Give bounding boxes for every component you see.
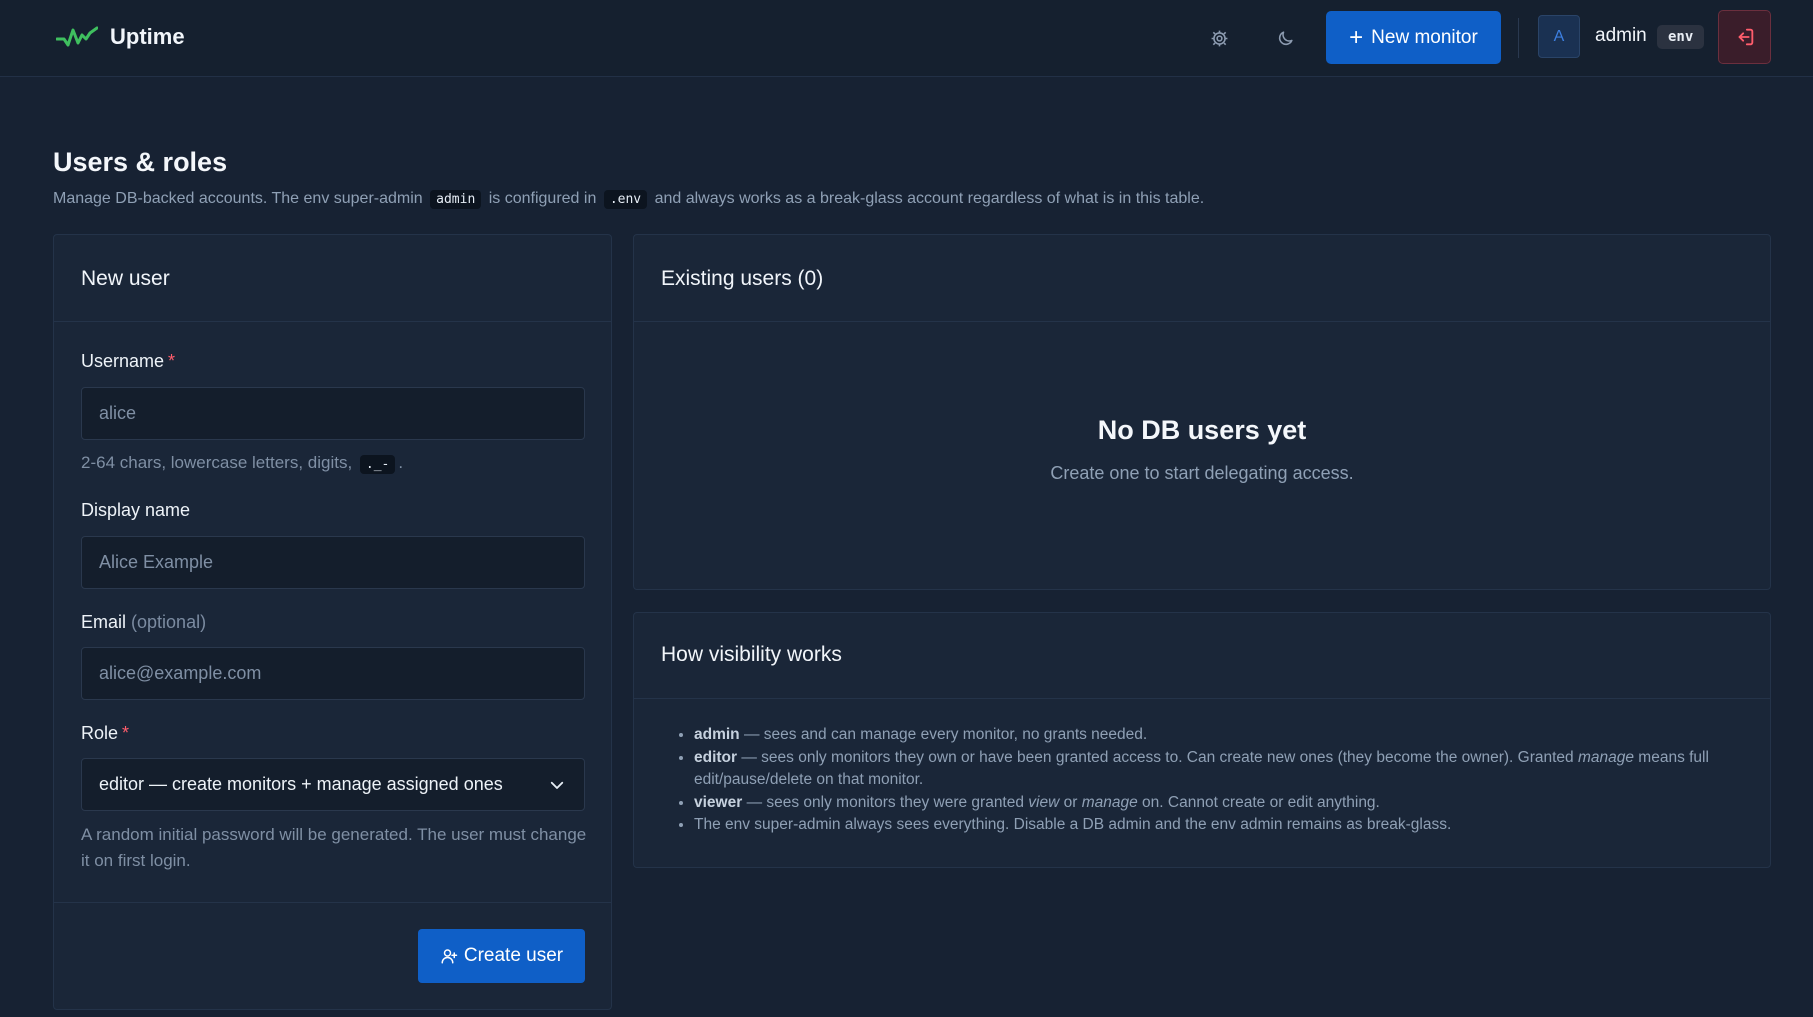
card-divider	[634, 698, 1770, 699]
create-user-label: Create user	[463, 945, 564, 966]
role-description: on. Cannot create or edit anything.	[1137, 793, 1380, 811]
logout-icon	[1738, 28, 1753, 46]
env-badge: env	[1657, 25, 1705, 49]
desc-text-2: is configured in	[488, 190, 597, 207]
role-name: editor	[694, 748, 738, 766]
brand[interactable]: Uptime	[56, 22, 185, 52]
emphasis: manage	[1081, 793, 1138, 811]
display-name-label: Display name	[81, 500, 191, 520]
existing-users-title: Existing users (0)	[661, 267, 824, 290]
username-hint-end: .	[398, 453, 404, 472]
card-divider	[634, 321, 1770, 322]
visibility-title: How visibility works	[661, 643, 842, 666]
email-label-text: Email	[81, 612, 127, 632]
visibility-list: admin — sees and can manage every monito…	[694, 724, 1754, 837]
create-user-button[interactable]: Create user	[418, 929, 585, 983]
display-name-placeholder: Alice Example	[99, 552, 214, 572]
username-input[interactable]: alice	[81, 387, 585, 440]
current-username: admin	[1595, 25, 1647, 46]
role-description: — sees and can manage every monitor, no …	[739, 726, 1148, 743]
username-label: Username *	[81, 351, 175, 372]
username-hint-text: 2-64 chars, lowercase letters, digits,	[81, 453, 353, 472]
role-hint: A random initial password will be genera…	[81, 825, 587, 870]
app-name: Uptime	[110, 24, 185, 49]
username-label-text: Username	[81, 351, 165, 371]
new-user-card: New user Username * alice 2-64 chars, low…	[53, 234, 612, 1010]
logout-button[interactable]	[1718, 10, 1771, 64]
plus-icon: +	[1349, 23, 1364, 51]
list-item: editor — sees only monitors they own or …	[694, 747, 1754, 792]
desc-code-admin: admin	[430, 190, 482, 209]
role-description: The env super-admin always sees everythi…	[694, 816, 1452, 833]
new-user-title: New user	[81, 267, 170, 290]
empty-state-subtitle: Create one to start delegating access.	[1050, 463, 1354, 483]
emphasis: view	[1028, 793, 1060, 811]
role-selected-value: editor — create monitors + manage assign…	[99, 774, 503, 794]
role-label-text: Role	[81, 723, 119, 743]
role-select[interactable]: editor — create monitors + manage assign…	[81, 758, 585, 811]
role-description: or	[1059, 793, 1082, 811]
theme-toggle-button[interactable]	[1267, 20, 1303, 56]
desc-text-3: and always works as a break-glass accoun…	[654, 190, 1205, 207]
card-divider	[54, 321, 611, 322]
top-bar: Uptime + New monitor A admin env	[0, 0, 1813, 77]
moon-icon	[1278, 30, 1293, 45]
page-description: Manage DB-backed accounts. The env super…	[53, 190, 1205, 209]
emphasis: manage	[1577, 748, 1634, 766]
card-footer-divider	[54, 902, 611, 903]
list-item: viewer — sees only monitors they were gr…	[694, 792, 1754, 815]
display-name-input[interactable]: Alice Example	[81, 536, 585, 589]
role-label: Role *	[81, 723, 129, 744]
role-description: — sees only monitors they own or have be…	[737, 748, 1578, 766]
avatar[interactable]: A	[1538, 15, 1580, 58]
pulse-logo-icon	[56, 26, 98, 47]
chevron-down-icon	[550, 781, 564, 789]
empty-state-title: No DB users yet	[1097, 415, 1307, 445]
email-optional: (optional)	[131, 612, 207, 632]
username-hint-code: ._-	[359, 455, 396, 474]
settings-button[interactable]	[1201, 20, 1237, 56]
header-divider	[1518, 18, 1519, 58]
existing-users-card: Existing users (0) No DB users yet Creat…	[633, 234, 1771, 590]
gear-icon	[1211, 30, 1227, 46]
role-name: admin	[694, 726, 740, 743]
role-description: — sees only monitors they were granted	[742, 793, 1029, 811]
email-input[interactable]: alice@example.com	[81, 647, 585, 700]
new-monitor-button[interactable]: + New monitor	[1326, 11, 1501, 64]
username-hint: 2-64 chars, lowercase letters, digits, .…	[81, 450, 403, 478]
required-mark: *	[168, 351, 176, 371]
new-monitor-label: New monitor	[1371, 26, 1478, 48]
desc-text-1: Manage DB-backed accounts. The env super…	[53, 190, 423, 207]
required-mark: *	[122, 723, 130, 743]
add-user-icon	[441, 949, 458, 964]
list-item: admin — sees and can manage every monito…	[694, 724, 1754, 747]
list-item: The env super-admin always sees everythi…	[694, 814, 1754, 837]
email-placeholder: alice@example.com	[99, 663, 262, 683]
page-title: Users & roles	[53, 147, 228, 177]
visibility-card: How visibility works admin — sees and ca…	[633, 612, 1771, 868]
desc-code-env: .env	[603, 190, 648, 209]
role-name: viewer	[694, 793, 743, 811]
email-label: Email (optional)	[81, 612, 206, 633]
username-placeholder: alice	[99, 403, 137, 423]
